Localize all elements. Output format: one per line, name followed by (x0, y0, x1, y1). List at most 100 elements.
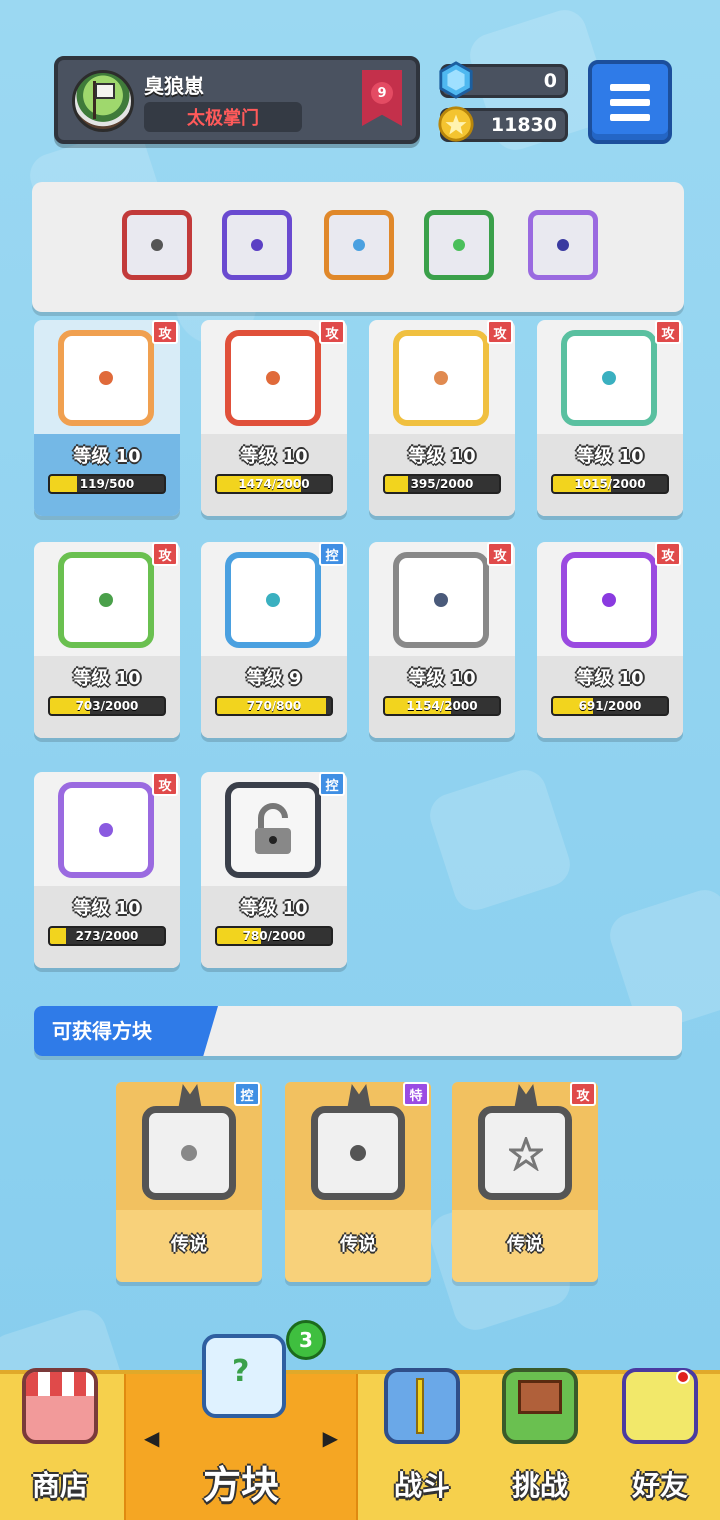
dice-type-tag: 攻 (152, 320, 178, 344)
next-arrow-icon[interactable]: ▶ (323, 1426, 338, 1450)
upgrade-progress-bar: 395/2000 (383, 474, 501, 494)
deck-panel (32, 182, 684, 312)
gem-counter[interactable]: 0 (439, 61, 568, 99)
menu-button[interactable] (588, 60, 672, 144)
deck-slot-mirror[interactable] (222, 210, 292, 280)
dice-rarity-label: 传说 (340, 1234, 376, 1255)
bottom-navigation: 商店 ? 3 ◀ ▶ 方块 战斗 挑战 好友 (0, 1320, 720, 1520)
dice-pip (99, 823, 113, 837)
dice-card[interactable]: 攻等级 10 703/2000 (34, 542, 180, 738)
dice-level: 等级 10 (240, 898, 308, 919)
nav-tab-friends[interactable]: 好友 (600, 1368, 720, 1520)
dice-level: 等级 10 (73, 446, 141, 467)
dice-face-icon (393, 330, 489, 426)
nav-tab-dice[interactable]: ? 3 ◀ ▶ 方块 (124, 1320, 358, 1520)
dice-card[interactable]: 攻等级 10 395/2000 (369, 320, 515, 516)
dice-level: 等级 10 (73, 668, 141, 689)
player-title-badge: 太极掌门 (144, 102, 302, 132)
upgrade-progress-bar: 780/2000 (215, 926, 333, 946)
menu-icon-bar (610, 113, 650, 121)
progress-text: 1015/2000 (574, 477, 646, 491)
dice-face-icon (393, 552, 489, 648)
upgrade-progress-bar: 1154/2000 (383, 696, 501, 716)
player-name: 臭狼崽 (144, 74, 204, 98)
nav-label-shop: 商店 (31, 1469, 88, 1502)
dice-type-tag: 攻 (319, 320, 345, 344)
dice-card[interactable]: 攻等级 10 1154/2000 (369, 542, 515, 738)
dice-type-tag: 特 (403, 1082, 429, 1106)
rank-level: 9 (371, 82, 393, 104)
dice-level: 等级 10 (576, 668, 644, 689)
dice-level: 等级 10 (73, 898, 141, 919)
progress-text: 273/2000 (75, 929, 139, 943)
nav-tab-shop[interactable]: 商店 (0, 1368, 120, 1520)
nav-tab-battle[interactable]: 战斗 (362, 1368, 482, 1520)
nav-tab-challenge[interactable]: 挑战 (480, 1368, 600, 1520)
star-icon (509, 1137, 543, 1171)
dice-card[interactable]: 控等级 10 780/2000 (201, 772, 347, 968)
dice-type-tag: 攻 (655, 542, 681, 566)
dice-card[interactable]: 控等级 9 770/800 (201, 542, 347, 738)
dice-pip (266, 593, 280, 607)
dice-card[interactable]: 攻等级 10 273/2000 (34, 772, 180, 968)
progress-text: 780/2000 (242, 929, 306, 943)
obtainable-dice-card[interactable]: 特 传说 (285, 1082, 431, 1282)
progress-text: 703/2000 (75, 699, 139, 713)
shop-icon (22, 1368, 98, 1444)
dice-face-icon (58, 782, 154, 878)
dice-type-tag: 攻 (655, 320, 681, 344)
deck-slot-infinity[interactable] (324, 210, 394, 280)
dice-face-icon (58, 330, 154, 426)
progress-text: 395/2000 (410, 477, 474, 491)
dice-type-tag: 攻 (152, 542, 178, 566)
dice-card[interactable]: 攻等级 10 119/500 (34, 320, 180, 516)
dice-type-tag: 控 (234, 1082, 260, 1106)
battle-shield-icon (384, 1368, 460, 1444)
dice-pip (434, 371, 448, 385)
dice-rarity-label: 传说 (507, 1234, 543, 1255)
dice-box-icon: ? (202, 1334, 286, 1418)
progress-text: 1474/2000 (238, 477, 310, 491)
upgrade-progress-bar: 691/2000 (551, 696, 669, 716)
dice-pip (602, 593, 616, 607)
avatar (72, 70, 134, 132)
dice-face-icon (58, 552, 154, 648)
coin-count: 11830 (490, 114, 557, 136)
challenge-signboard-icon (502, 1368, 578, 1444)
dice-pip (99, 371, 113, 385)
rank-ribbon-icon: 9 (362, 70, 402, 126)
prev-arrow-icon[interactable]: ◀ (144, 1426, 159, 1450)
dice-card[interactable]: 攻等级 10 1474/2000 (201, 320, 347, 516)
nav-label-challenge: 挑战 (511, 1469, 568, 1502)
obtainable-dice-header: 可获得方块 (34, 1006, 682, 1056)
locked-dice-icon (225, 782, 321, 878)
deck-slot-wind[interactable] (424, 210, 494, 280)
padlock-icon (255, 803, 291, 854)
dice-pip (266, 371, 280, 385)
dice-card[interactable]: 攻等级 10 1015/2000 (537, 320, 683, 516)
menu-icon-bar (610, 98, 650, 106)
dice-pip (99, 593, 113, 607)
friends-notification-dot (676, 1370, 690, 1384)
dice-face-icon (561, 330, 657, 426)
gem-icon (439, 61, 473, 99)
player-profile-card[interactable]: 臭狼崽 太极掌门 9 (54, 56, 420, 144)
dice-level: 等级 10 (240, 446, 308, 467)
upgrade-progress-bar: 703/2000 (48, 696, 166, 716)
dice-card[interactable]: 攻等级 10 691/2000 (537, 542, 683, 738)
flag-icon (95, 83, 115, 99)
dice-notification-badge: 3 (286, 1320, 326, 1360)
obtainable-dice-card[interactable]: 攻 传说 (452, 1082, 598, 1282)
dice-level: 等级 10 (408, 668, 476, 689)
dice-face-icon (561, 552, 657, 648)
dice-face-icon (225, 552, 321, 648)
obtainable-dice-card[interactable]: 控 传说 (116, 1082, 262, 1282)
dice-type-tag: 攻 (152, 772, 178, 796)
dice-type-tag: 攻 (570, 1082, 596, 1106)
dice-type-tag: 攻 (487, 320, 513, 344)
deck-slot-mystery[interactable] (528, 210, 598, 280)
upgrade-progress-bar: 273/2000 (48, 926, 166, 946)
progress-text: 770/800 (246, 699, 302, 713)
coin-counter[interactable]: 11830 (438, 106, 568, 142)
deck-slot-saw-blade[interactable] (122, 210, 192, 280)
